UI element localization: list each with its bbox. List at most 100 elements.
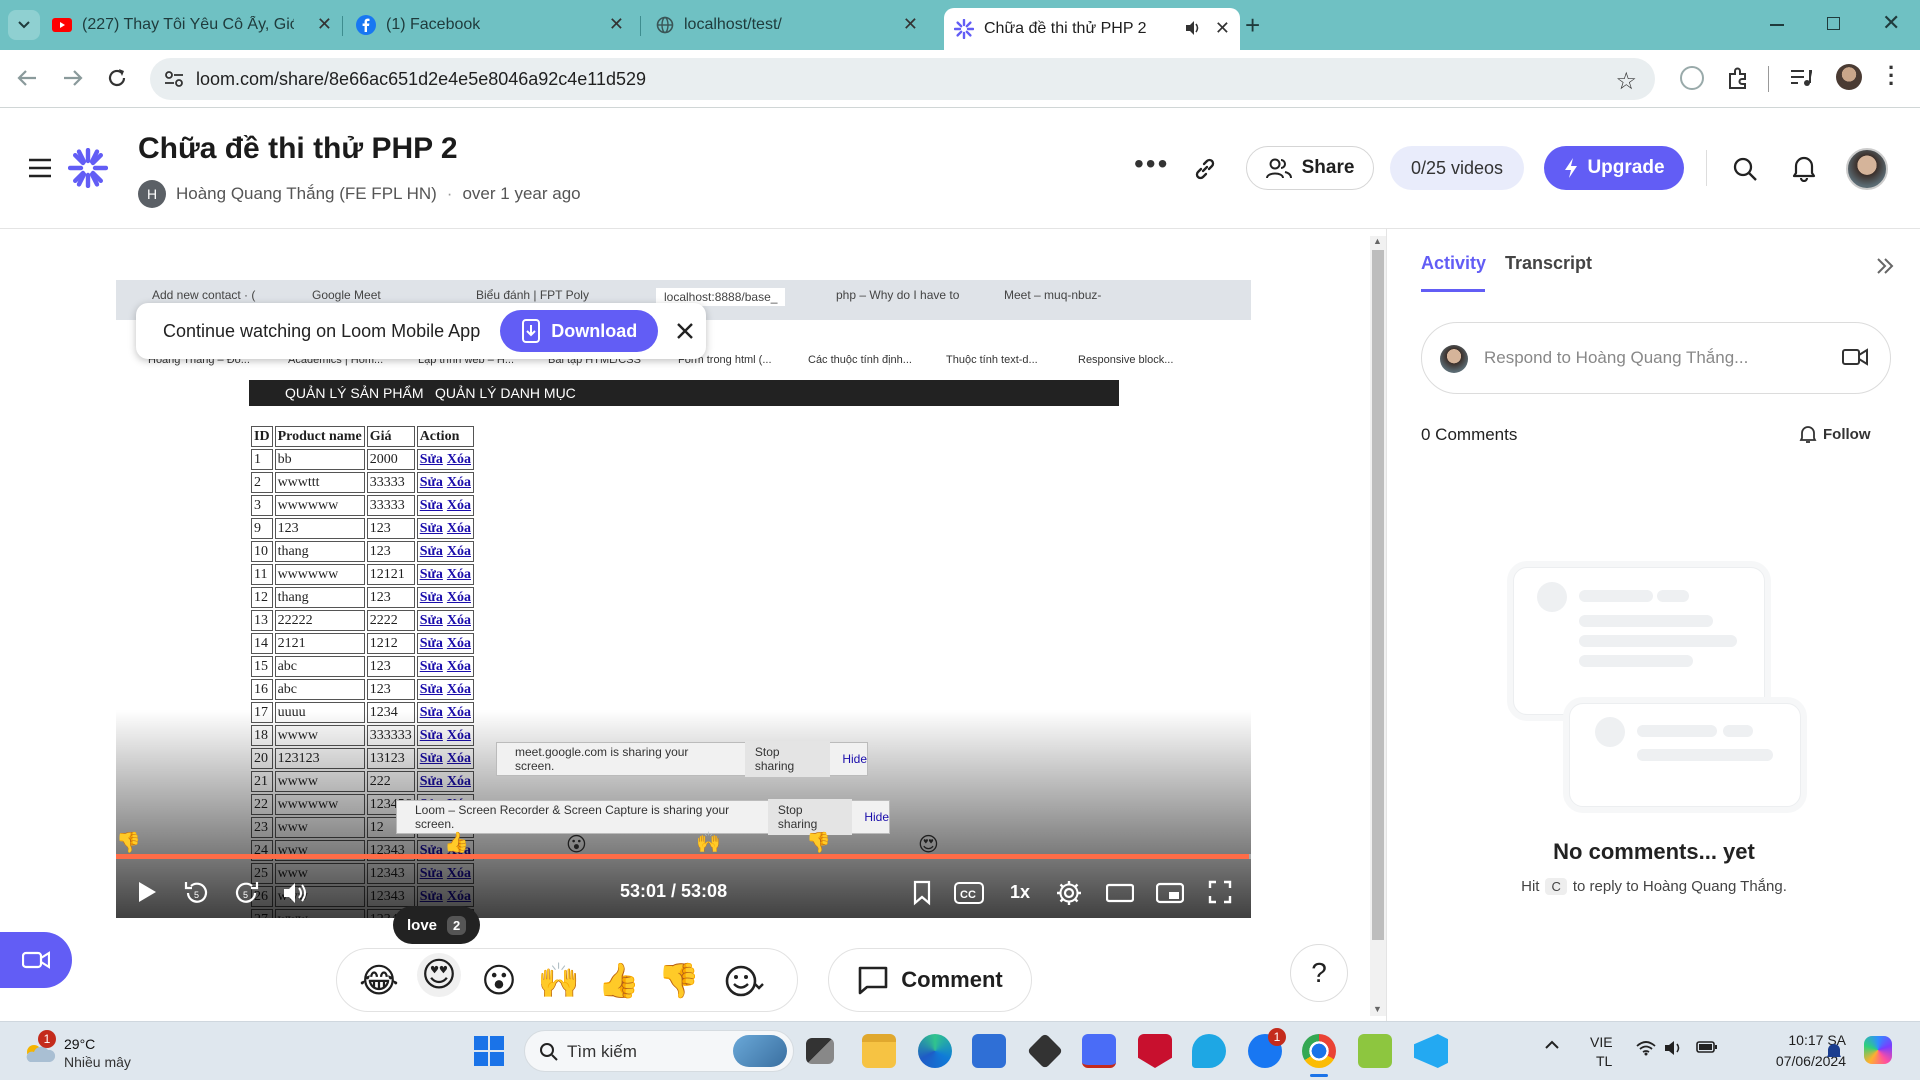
reaction-thumbs-up[interactable]: 👍 [597,959,641,1003]
hamburger-menu-icon[interactable] [28,158,52,178]
playback-speed-button[interactable]: 1x [1010,882,1030,903]
loom-logo-icon[interactable] [68,148,108,188]
more-options-icon[interactable]: ••• [1134,150,1169,178]
tab-transcript[interactable]: Transcript [1505,253,1592,274]
search-icon[interactable] [1732,156,1758,182]
forward-icon[interactable] [62,67,84,89]
weather-widget[interactable]: 1 29°C Nhiều mây [20,1030,150,1074]
settings-gear-icon[interactable] [1056,880,1082,906]
help-button[interactable]: ? [1290,944,1348,1002]
browser-tab-localhost[interactable]: localhost/test/ ✕ [656,8,928,42]
language-line1[interactable]: VIE [1590,1034,1613,1050]
download-button[interactable]: Download [500,310,659,352]
tab-activity[interactable]: Activity [1421,253,1486,274]
media-control-icon[interactable] [1790,68,1812,88]
address-bar[interactable]: loom.com/share/8e66ac651d2e4e5e8046a92c4… [150,58,1655,100]
forward-5-icon[interactable]: 5 [233,880,259,906]
reload-icon[interactable] [106,67,128,89]
picture-in-picture-icon[interactable] [1156,882,1184,904]
table-header-cell: ID [251,426,273,447]
share-button[interactable]: Share [1246,146,1374,190]
close-window-icon[interactable]: ✕ [1882,10,1900,36]
table-cell: 33333 [366,472,415,493]
back-icon[interactable] [16,67,38,89]
reaction-thumbs-down[interactable]: 👎 [657,959,701,1003]
fullscreen-icon[interactable] [1208,880,1232,904]
table-cell: 9 [251,518,273,539]
reaction-love[interactable]: 😍 [417,953,461,997]
record-reply-camera-icon[interactable] [1842,347,1868,367]
tab-search-button[interactable] [8,10,40,40]
user-avatar[interactable] [1846,148,1888,190]
close-popup-icon[interactable] [676,322,694,340]
video-quota-label: 0/25 videos [1410,157,1504,178]
edge-icon[interactable] [918,1034,952,1068]
table-row: 1 bb 2000 Sửa Xóa [251,449,474,470]
comment-button[interactable]: Comment [828,948,1032,1012]
reaction-hands[interactable]: 🙌 [537,959,581,1003]
new-tab-button[interactable]: + [1245,10,1260,41]
record-video-button[interactable] [0,932,72,988]
scroll-down-arrow[interactable]: ▼ [1373,1004,1382,1014]
volume-icon[interactable] [282,880,310,906]
wifi-icon[interactable] [1636,1040,1656,1056]
taskbar-search-box[interactable]: Tìm kiếm [524,1030,794,1072]
restore-icon[interactable] [1827,17,1840,30]
add-reaction-icon[interactable] [723,959,767,1003]
chrome-icon[interactable] [1302,1034,1336,1068]
extension-icon[interactable] [1680,66,1704,90]
copilot-icon[interactable] [1864,1036,1892,1064]
respond-input[interactable]: Respond to Hoàng Quang Thắng... [1421,322,1891,394]
table-row: 14 2121 1212 Sửa Xóa [251,633,474,654]
follow-button[interactable]: Follow [1799,425,1871,443]
reaction-wow[interactable]: 😮 [477,959,521,1003]
windows-start-icon[interactable] [474,1036,504,1066]
scroll-up-arrow[interactable]: ▲ [1373,236,1382,246]
scrollbar-thumb[interactable] [1372,250,1384,940]
profile-avatar[interactable] [1836,64,1862,90]
edit-link: Sửa [419,681,443,697]
play-icon[interactable] [136,880,158,904]
store-icon[interactable] [972,1034,1006,1068]
app-bubble-icon[interactable] [1192,1034,1226,1068]
notifications-bell-icon[interactable] [1792,154,1816,182]
upgrade-button[interactable]: Upgrade [1544,146,1684,190]
collapse-panel-icon[interactable] [1875,257,1895,275]
close-tab-icon[interactable]: ✕ [1215,18,1230,39]
mcafee-icon[interactable] [1138,1034,1172,1068]
browser-tab-youtube[interactable]: (227) Thay Tôi Yêu Cô Ấy, Gió, L ✕ [52,8,342,42]
rewind-5-icon[interactable]: 5 [184,880,210,906]
postman-like-icon[interactable] [1082,1034,1116,1068]
notification-bell-icon[interactable] [1826,1042,1842,1060]
task-view-icon[interactable] [806,1038,834,1064]
close-tab-icon[interactable]: ✕ [609,14,624,35]
theater-mode-icon[interactable] [1106,883,1134,903]
puzzle-extensions-icon[interactable] [1726,66,1750,90]
captions-icon[interactable]: CC [954,881,984,905]
browser-menu-icon[interactable]: · · · [1888,57,1895,95]
app-cube-icon[interactable] [1026,1032,1064,1070]
close-tab-icon[interactable]: ✕ [903,14,918,35]
video-player[interactable]: Add new contact · ( Google Meet Biểu đán… [116,280,1251,918]
chrome-active-indicator [1310,1074,1328,1077]
notepad-plus-icon[interactable] [1358,1034,1392,1068]
speaker-icon[interactable] [1184,20,1202,36]
author-avatar[interactable]: H [138,180,166,208]
bookmark-star-icon[interactable]: ☆ [1615,67,1637,96]
bookmark-icon[interactable] [912,880,932,906]
reaction-laugh[interactable]: 😂 [357,959,401,1003]
language-line2[interactable]: TL [1596,1053,1612,1069]
vscode-icon[interactable] [1414,1034,1448,1068]
volume-icon[interactable] [1664,1040,1684,1056]
browser-tab-facebook[interactable]: (1) Facebook ✕ [356,8,634,42]
copy-link-icon[interactable] [1192,156,1218,182]
show-hidden-icons[interactable] [1544,1038,1560,1050]
battery-icon[interactable] [1696,1040,1718,1054]
file-explorer-icon[interactable] [862,1034,896,1068]
author-name[interactable]: Hoàng Quang Thắng (FE FPL HN) [176,184,437,204]
close-tab-icon[interactable]: ✕ [317,14,332,35]
video-quota-badge[interactable]: 0/25 videos [1390,146,1524,190]
site-settings-icon[interactable] [164,70,184,88]
minimize-icon[interactable] [1770,24,1784,26]
browser-tab-loom-active[interactable]: Chữa đề thi thử PHP 2 ✕ [944,8,1240,50]
